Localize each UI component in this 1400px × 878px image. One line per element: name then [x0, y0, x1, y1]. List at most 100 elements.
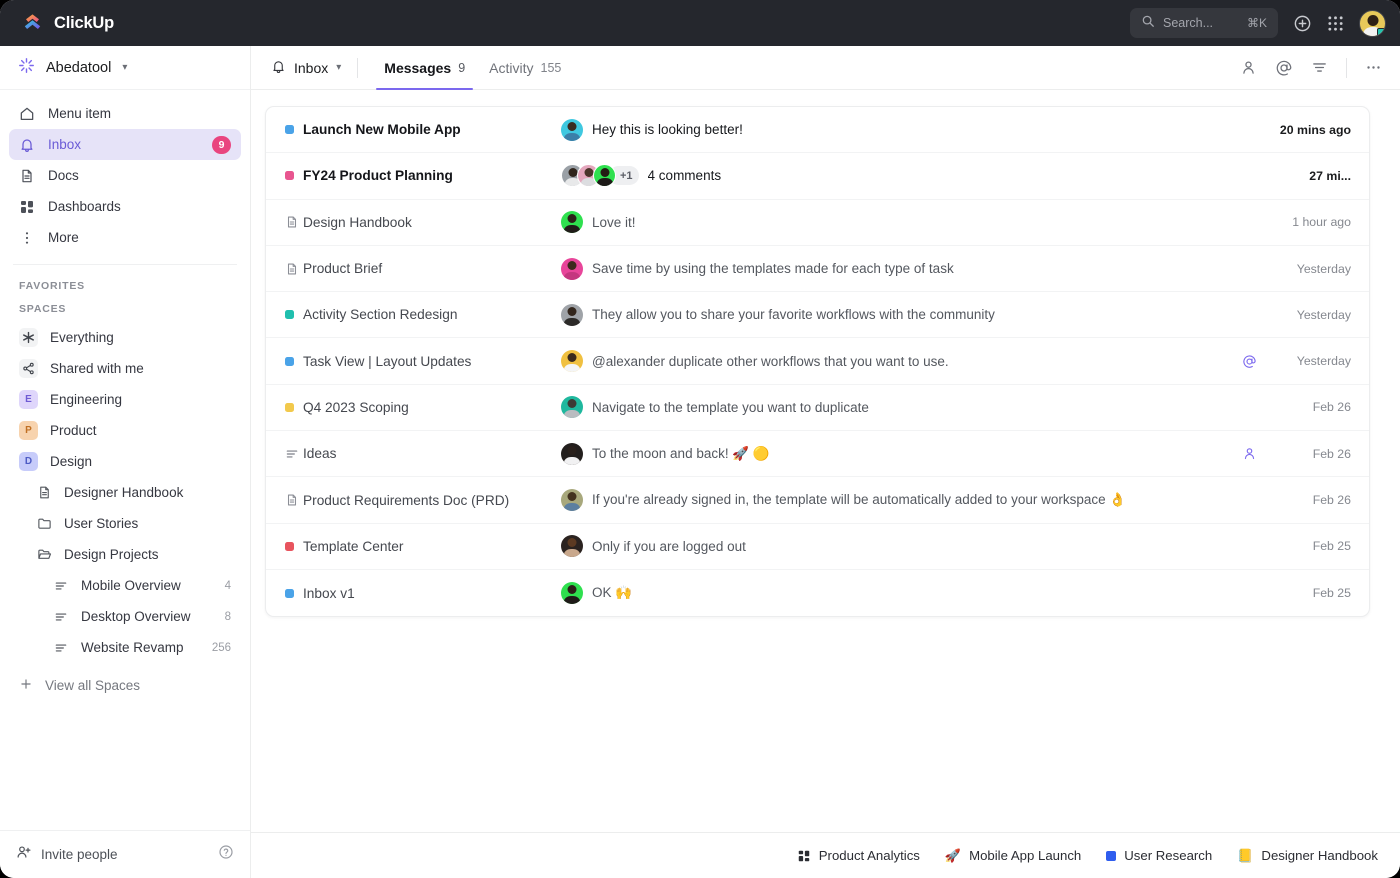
- table-row[interactable]: Design Handbook Love it! 1 hour ago: [266, 200, 1369, 246]
- sidebar-item-more[interactable]: More: [9, 222, 241, 253]
- task-marker-icon: [285, 542, 303, 551]
- sidebar-item-designer-handbook[interactable]: Designer Handbook: [0, 477, 250, 508]
- asterisk-icon: [19, 328, 38, 347]
- rocket-icon: 🚀: [945, 848, 961, 864]
- table-row[interactable]: Inbox v1 OK 🙌 Feb 25: [266, 570, 1369, 616]
- space-label: Everything: [50, 330, 114, 345]
- avatar: [561, 582, 583, 604]
- favorites-heading: FAVORITES: [0, 265, 250, 299]
- dashboard-icon: [797, 849, 811, 863]
- sidebar-item-label: Docs: [48, 168, 231, 183]
- chevron-down-icon: ▾: [122, 62, 127, 73]
- table-row[interactable]: Launch New Mobile App Hey this is lookin…: [266, 107, 1369, 153]
- sidebar-sub-label: Desktop Overview: [81, 609, 213, 624]
- doc-marker-icon: [285, 493, 303, 507]
- avatar: [561, 396, 583, 418]
- share-icon: [19, 359, 38, 378]
- table-row[interactable]: Task View | Layout Updates @alexander du…: [266, 338, 1369, 384]
- list-item-count: 4: [225, 580, 231, 592]
- space-avatar: P: [19, 421, 38, 440]
- header-divider: [1346, 58, 1347, 78]
- invite-people-button[interactable]: Invite people: [41, 847, 118, 862]
- sidebar-item-design-projects[interactable]: Design Projects: [0, 539, 250, 570]
- search-icon: [1141, 14, 1155, 33]
- avatar: [561, 304, 583, 326]
- sidebar-item-engineering[interactable]: E Engineering: [0, 384, 250, 415]
- tab-activity[interactable]: Activity 155: [481, 46, 569, 89]
- sidebar-item-everything[interactable]: Everything: [0, 322, 250, 353]
- message-title: Activity Section Redesign: [303, 307, 561, 322]
- help-icon[interactable]: [218, 844, 234, 865]
- space-label: Engineering: [50, 392, 122, 407]
- sidebar-item-dashboards[interactable]: Dashboards: [9, 191, 241, 222]
- table-row[interactable]: Product Brief Save time by using the tem…: [266, 246, 1369, 292]
- spaces-heading: SPACES: [0, 299, 250, 322]
- avatar: [561, 443, 583, 465]
- table-row[interactable]: Activity Section Redesign They allow you…: [266, 292, 1369, 338]
- bottom-bar-item-designer-handbook[interactable]: 📒 Designer Handbook: [1237, 848, 1378, 864]
- message-preview: Only if you are logged out: [592, 539, 746, 554]
- sidebar-sub-label: User Stories: [64, 516, 231, 531]
- sidebar-item-inbox[interactable]: Inbox 9: [9, 129, 241, 160]
- table-row[interactable]: Ideas To the moon and back! 🚀 🟡: [266, 431, 1369, 477]
- sidebar-item-label: Dashboards: [48, 199, 231, 214]
- doc-marker-icon: [285, 262, 303, 276]
- brand[interactable]: ClickUp: [22, 13, 114, 34]
- search-input[interactable]: Search... ⌘K: [1130, 8, 1278, 38]
- table-row[interactable]: Product Requirements Doc (PRD) If you're…: [266, 477, 1369, 523]
- list-icon: [53, 640, 69, 656]
- top-bar-actions: Search... ⌘K: [1130, 8, 1386, 38]
- task-marker-icon: [285, 171, 303, 180]
- inbox-selector[interactable]: Inbox ▾: [271, 59, 357, 77]
- table-row[interactable]: FY24 Product Planning: [266, 153, 1369, 199]
- message-title: FY24 Product Planning: [303, 168, 561, 183]
- sidebar-item-product[interactable]: P Product: [0, 415, 250, 446]
- tab-messages[interactable]: Messages 9: [376, 46, 473, 89]
- sidebar-sub-label: Designer Handbook: [64, 485, 231, 500]
- sidebar-item-desktop-overview[interactable]: Desktop Overview 8: [0, 601, 250, 632]
- message-title: Task View | Layout Updates: [303, 354, 561, 369]
- bell-icon: [19, 137, 35, 153]
- bottom-bar-item-mobile-app-launch[interactable]: 🚀 Mobile App Launch: [945, 848, 1081, 864]
- workspace-name: Abedatool: [46, 60, 111, 76]
- avatar: [561, 258, 583, 280]
- header-actions: [1240, 58, 1382, 78]
- plus-circle-icon[interactable]: [1293, 14, 1312, 33]
- bottom-bar: Product Analytics 🚀 Mobile App Launch Us…: [251, 832, 1400, 878]
- space-label: Product: [50, 423, 97, 438]
- mention-icon: [1242, 354, 1257, 369]
- filter-icon[interactable]: [1311, 59, 1328, 76]
- avatar-group: +1: [561, 164, 639, 187]
- more-options-icon[interactable]: [1365, 59, 1382, 76]
- bell-icon: [271, 59, 286, 77]
- primary-nav: Menu item Inbox 9: [0, 90, 250, 257]
- avatar: [593, 164, 616, 187]
- sidebar-item-docs[interactable]: Docs: [9, 160, 241, 191]
- mention-icon[interactable]: [1275, 59, 1293, 77]
- bottom-bar-item-product-analytics[interactable]: Product Analytics: [797, 848, 920, 863]
- sidebar-item-shared-with-me[interactable]: Shared with me: [0, 353, 250, 384]
- workspace-switcher[interactable]: Abedatool ▾: [0, 46, 250, 90]
- assignee-icon[interactable]: [1240, 59, 1257, 76]
- search-shortcut: ⌘K: [1247, 16, 1267, 30]
- table-row[interactable]: Template Center Only if you are logged o…: [266, 524, 1369, 570]
- blue-square-icon: [1106, 851, 1116, 861]
- search-placeholder: Search...: [1163, 16, 1239, 30]
- message-title: Q4 2023 Scoping: [303, 400, 561, 415]
- table-row[interactable]: Q4 2023 Scoping Navigate to the template…: [266, 385, 1369, 431]
- invite-person-icon: [16, 844, 32, 865]
- app-window: ClickUp Search... ⌘K: [0, 0, 1400, 878]
- sidebar-item-website-revamp[interactable]: Website Revamp 256: [0, 632, 250, 663]
- sidebar-item-mobile-overview[interactable]: Mobile Overview 4: [0, 570, 250, 601]
- sidebar-item-user-stories[interactable]: User Stories: [0, 508, 250, 539]
- sidebar-item-design[interactable]: D Design: [0, 446, 250, 477]
- tab-bar: Messages 9 Activity 155: [376, 46, 569, 89]
- user-avatar[interactable]: [1359, 10, 1386, 37]
- view-all-spaces-button[interactable]: View all Spaces: [0, 669, 250, 701]
- apps-grid-icon[interactable]: [1327, 15, 1344, 32]
- bottom-bar-item-user-research[interactable]: User Research: [1106, 848, 1212, 863]
- message-timestamp: Yesterday: [1269, 354, 1351, 368]
- chevron-down-icon: ▾: [336, 62, 341, 73]
- message-preview: To the moon and back! 🚀 🟡: [592, 446, 770, 462]
- sidebar-item-menu-item[interactable]: Menu item: [9, 98, 241, 129]
